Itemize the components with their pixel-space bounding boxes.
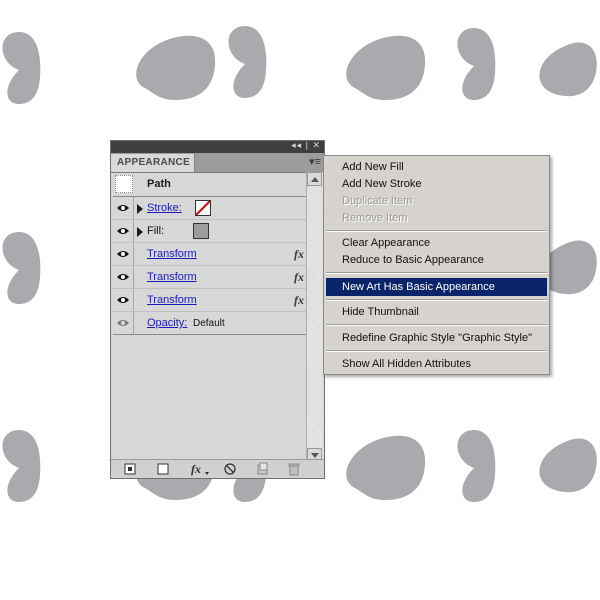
opacity-row[interactable]: Opacity: Default — [113, 312, 308, 335]
transform-link[interactable]: Transform — [147, 271, 197, 283]
panel-menu-icon[interactable]: ▾≡ — [309, 155, 321, 168]
transform-row[interactable]: Transform fx — [113, 243, 308, 266]
clear-appearance-button[interactable] — [223, 462, 237, 476]
opacity-value: Default — [193, 318, 225, 329]
menu-item-redefine-graphic-style[interactable]: Redefine Graphic Style "Graphic Style" — [326, 330, 547, 347]
arrow-down-icon — [311, 453, 319, 458]
menu-item-show-all-hidden-attributes[interactable]: Show All Hidden Attributes — [326, 356, 547, 373]
visibility-toggle[interactable] — [113, 312, 134, 334]
eye-icon — [117, 205, 129, 211]
eye-icon — [117, 274, 129, 280]
transform-row[interactable]: Transform fx — [113, 266, 308, 289]
no-stroke-icon — [195, 200, 211, 216]
fx-icon: fx — [294, 270, 304, 284]
appearance-panel: ◂◂ | ✕ APPEARANCE ▾≡ Path Stroke: Fill: — [110, 140, 325, 479]
eye-icon — [117, 297, 129, 303]
scrollbar[interactable] — [306, 172, 323, 462]
stroke-swatch[interactable] — [195, 200, 211, 216]
menu-item-hide-thumbnail[interactable]: Hide Thumbnail — [326, 304, 547, 321]
fill-row[interactable]: Fill: — [113, 220, 308, 243]
expand-triangle-icon[interactable] — [137, 204, 143, 214]
menu-separator — [326, 230, 547, 232]
appearance-list: Path Stroke: Fill: Transform fx Transfor… — [113, 172, 308, 335]
appearance-header-row[interactable]: Path — [113, 172, 308, 197]
visibility-toggle[interactable] — [113, 289, 134, 311]
menu-separator — [326, 272, 547, 274]
eye-icon — [117, 228, 129, 234]
duplicate-item-button[interactable] — [256, 462, 270, 476]
stroke-link[interactable]: Stroke: — [147, 202, 182, 214]
visibility-toggle[interactable] — [113, 243, 134, 265]
visibility-toggle[interactable] — [113, 220, 134, 242]
trash-icon[interactable] — [287, 462, 301, 476]
fill-label: Fill: — [147, 225, 165, 237]
add-new-stroke-button[interactable] — [123, 462, 137, 476]
add-new-effect-button[interactable]: fx — [191, 462, 211, 476]
menu-separator — [326, 299, 547, 301]
collapse-close-icon[interactable]: ◂◂ | ✕ — [291, 140, 321, 151]
menu-item-add-new-stroke[interactable]: Add New Stroke — [326, 176, 547, 193]
arrow-up-icon — [311, 177, 319, 182]
tab-appearance[interactable]: APPEARANCE — [111, 154, 195, 172]
opacity-link[interactable]: Opacity: — [147, 317, 187, 329]
menu-item-reduce-to-basic-appearance[interactable]: Reduce to Basic Appearance — [326, 252, 547, 269]
fill-swatch[interactable] — [193, 223, 209, 239]
menu-item-remove-item[interactable]: Remove Item — [326, 210, 547, 227]
menu-separator — [326, 324, 547, 326]
visibility-toggle[interactable] — [113, 266, 134, 288]
object-type-label: Path — [147, 178, 171, 190]
visibility-toggle[interactable] — [113, 197, 134, 219]
scroll-up-button[interactable] — [307, 172, 322, 186]
eye-icon — [117, 320, 129, 326]
add-new-fill-button[interactable] — [156, 462, 170, 476]
menu-item-clear-appearance[interactable]: Clear Appearance — [326, 235, 547, 252]
svg-text:fx: fx — [191, 462, 201, 476]
transform-link[interactable]: Transform — [147, 248, 197, 260]
thumbnail — [115, 175, 133, 193]
transform-link[interactable]: Transform — [147, 294, 197, 306]
panel-tabstrip: APPEARANCE ▾≡ — [111, 153, 324, 173]
eye-icon — [117, 251, 129, 257]
menu-item-new-art-has-basic-appearance[interactable]: New Art Has Basic Appearance — [326, 278, 547, 296]
transform-row[interactable]: Transform fx — [113, 289, 308, 312]
menu-item-add-new-fill[interactable]: Add New Fill — [326, 159, 547, 176]
menu-item-duplicate-item[interactable]: Duplicate Item — [326, 193, 547, 210]
stroke-row[interactable]: Stroke: — [113, 197, 308, 220]
menu-separator — [326, 350, 547, 352]
fx-icon: fx — [294, 247, 304, 261]
panel-bottom-toolbar: fx — [111, 459, 324, 478]
panel-flyout-menu: Add New Fill Add New Stroke Duplicate It… — [323, 155, 550, 375]
expand-triangle-icon[interactable] — [137, 227, 143, 237]
panel-titlebar[interactable]: ◂◂ | ✕ — [111, 140, 324, 153]
fx-icon: fx — [294, 293, 304, 307]
